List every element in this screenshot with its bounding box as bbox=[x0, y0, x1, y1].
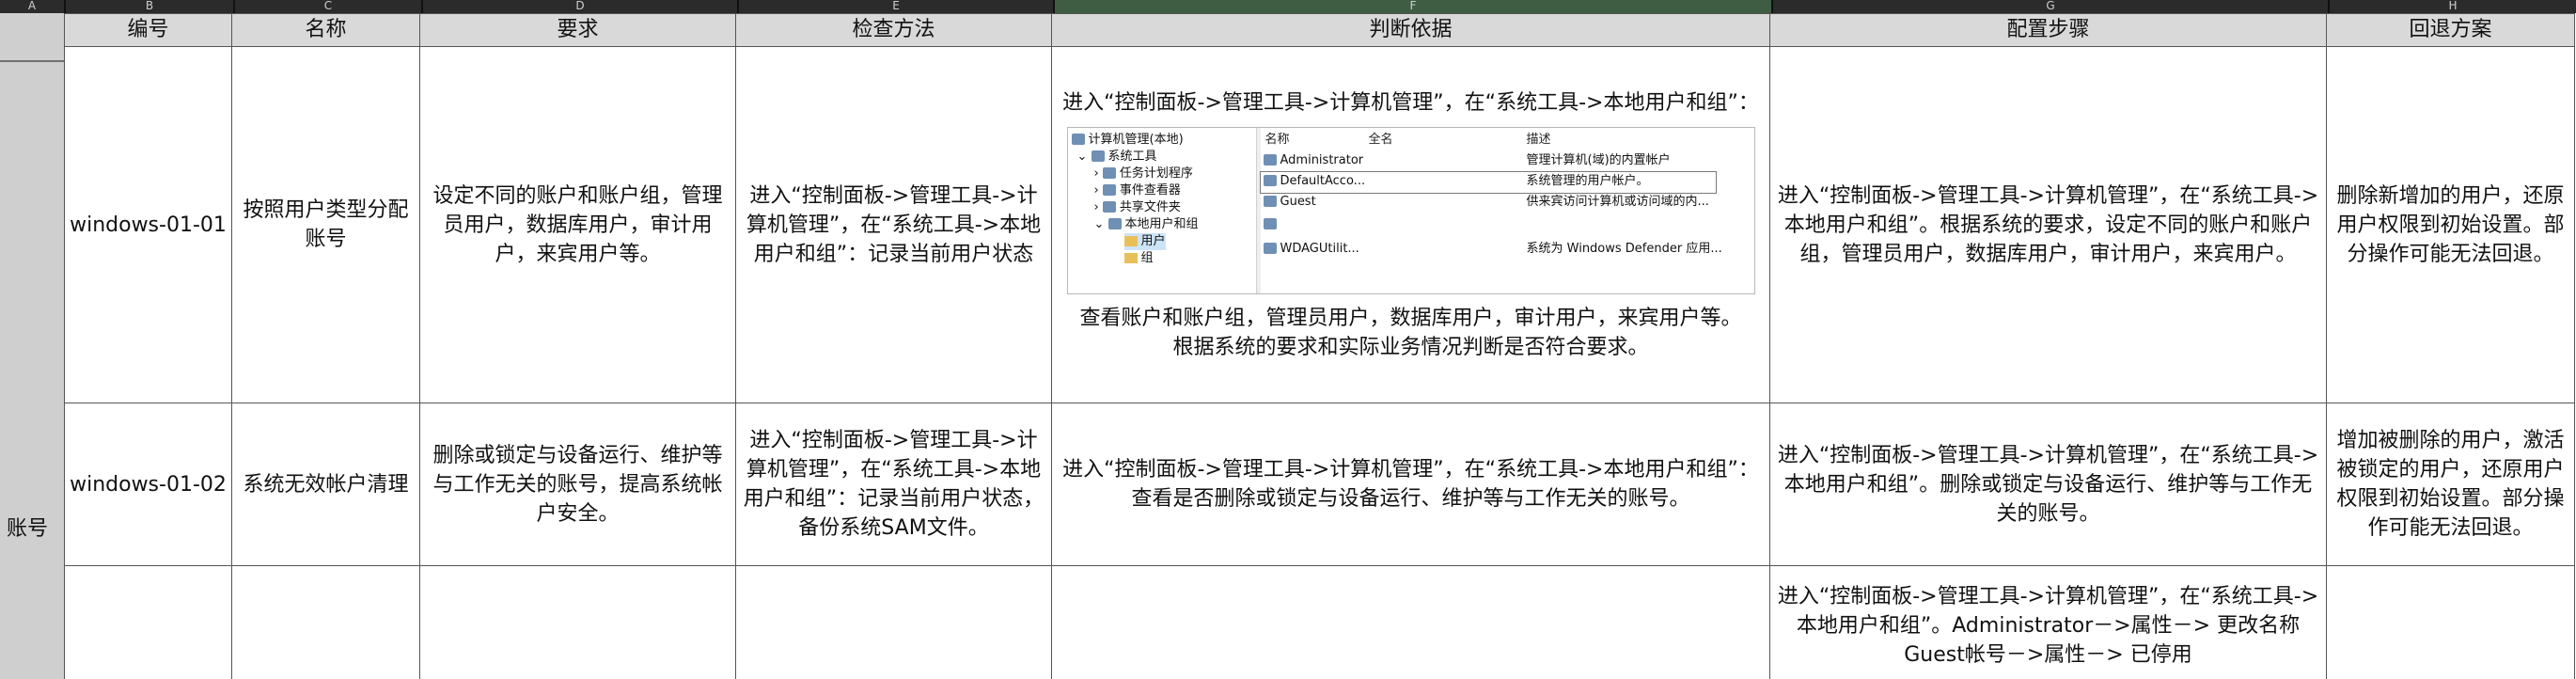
column-letter[interactable]: E bbox=[739, 0, 1053, 13]
folder-icon bbox=[1123, 235, 1138, 246]
judgement-check: 查看账户和账户组，管理员用户，数据库用户，审计用户，来宾用户等。 bbox=[1079, 306, 1742, 330]
judgement-rule: 根据系统的要求和实际业务情况判断是否符合要求。 bbox=[1172, 335, 1649, 359]
screenshot-user-name: Administrator bbox=[1280, 152, 1364, 167]
tree-node: 组 bbox=[1140, 250, 1154, 265]
cell-judgement[interactable]: 进入“控制面板->管理工具->计算机管理”，在“系统工具->本地用户和组”：查看… bbox=[1051, 403, 1770, 566]
cell-name[interactable]: 系统无效帐户清理 bbox=[231, 403, 420, 566]
cell-name[interactable] bbox=[231, 565, 420, 679]
cell-config-steps[interactable]: 进入“控制面板->管理工具->计算机管理”，在“系统工具->本地用户和组”。Ad… bbox=[1769, 565, 2327, 679]
header-cell-requirement[interactable]: 要求 bbox=[419, 13, 736, 47]
screenshot-user-desc: 供来宾访问计算机或访问域的内... bbox=[1526, 194, 1709, 209]
screenshot-tree: 计算机管理(本地) ⌄ 系统工具 › 任务计划程序 › 事件查看器 › 共享文件… bbox=[1068, 127, 1257, 293]
header-row: 编号 名称 要求 检查方法 判断依据 配置步骤 回退方案 bbox=[64, 13, 2575, 47]
cell-name[interactable]: 按照用户类型分配账号 bbox=[231, 46, 420, 403]
tree-node: 任务计划程序 bbox=[1119, 166, 1193, 181]
tree-node: 用户 bbox=[1140, 233, 1166, 248]
screenshot-user-name: Guest bbox=[1280, 194, 1316, 209]
column-letter-selected[interactable]: F bbox=[1055, 0, 1771, 13]
table-row: 进入“控制面板->管理工具->计算机管理”，在“系统工具->本地用户和组”。Ad… bbox=[64, 565, 2575, 679]
screenshot-user-name: WDAGUtilit... bbox=[1280, 241, 1359, 256]
cell-num[interactable]: windows-01-02 bbox=[64, 403, 232, 566]
screenshot-user-desc: 管理计算机(域)的内置帐户 bbox=[1526, 152, 1671, 167]
column-letter-bar: A B C D E F G H bbox=[0, 0, 2576, 13]
row-header-corner bbox=[0, 26, 64, 62]
tree-node: 事件查看器 bbox=[1119, 182, 1181, 197]
cell-check-method[interactable]: 进入“控制面板->管理工具->计算机管理”，在“系统工具->本地用户和组”：记录… bbox=[735, 403, 1052, 566]
cell-judgement[interactable]: 进入“控制面板->管理工具->计算机管理”，在“系统工具->本地用户和组”： 计… bbox=[1051, 46, 1770, 403]
user-icon bbox=[1263, 175, 1277, 186]
header-cell-judgement[interactable]: 判断依据 bbox=[1051, 13, 1770, 47]
cell-requirement[interactable]: 删除或锁定与设备运行、维护等与工作无关的账号，提高系统帐户安全。 bbox=[419, 403, 736, 566]
cell-config-steps[interactable]: 进入“控制面板->管理工具->计算机管理”，在“系统工具->本地用户和组”。根据… bbox=[1769, 46, 2327, 403]
cell-judgement[interactable] bbox=[1051, 565, 1770, 679]
cell-config-steps[interactable]: 进入“控制面板->管理工具->计算机管理”，在“系统工具->本地用户和组”。删除… bbox=[1769, 403, 2327, 566]
cell-rollback[interactable]: 删除新增加的用户，还原用户权限到初始设置。部分操作可能无法回退。 bbox=[2326, 46, 2575, 403]
tree-node: 计算机管理(本地) bbox=[1088, 132, 1184, 147]
table-row: windows-01-01 按照用户类型分配账号 设定不同的账户和账户组，管理员… bbox=[64, 46, 2575, 403]
cell-requirement[interactable]: 设定不同的账户和账户组，管理员用户，数据库用户，审计用户，来宾用户等。 bbox=[419, 46, 736, 403]
tools-icon bbox=[1091, 150, 1105, 162]
user-icon bbox=[1263, 243, 1277, 254]
tree-node: 共享文件夹 bbox=[1119, 199, 1181, 214]
cell-check-method[interactable] bbox=[735, 565, 1052, 679]
header-cell-name[interactable]: 名称 bbox=[231, 13, 420, 47]
tree-node: 本地用户和组 bbox=[1124, 216, 1199, 231]
column-letter[interactable]: A bbox=[0, 0, 64, 13]
share-icon bbox=[1102, 201, 1116, 213]
user-icon bbox=[1263, 154, 1277, 166]
screenshot-col-name: 名称 bbox=[1264, 132, 1290, 147]
header-cell-rollback[interactable]: 回退方案 bbox=[2326, 13, 2575, 47]
data-table: 编号 名称 要求 检查方法 判断依据 配置步骤 回退方案 windows-01-… bbox=[64, 13, 2575, 679]
header-cell-num[interactable]: 编号 bbox=[64, 13, 232, 47]
user-icon bbox=[1263, 196, 1277, 207]
folder-icon bbox=[1123, 252, 1138, 263]
column-letter[interactable]: C bbox=[235, 0, 421, 13]
cell-num[interactable]: windows-01-01 bbox=[64, 46, 232, 403]
computer-icon bbox=[1071, 134, 1085, 145]
column-letter[interactable]: G bbox=[1773, 0, 2328, 13]
tree-node: 系统工具 bbox=[1107, 149, 1157, 164]
judgement-intro: 进入“控制面板->管理工具->计算机管理”，在“系统工具->本地用户和组”： bbox=[1062, 90, 1759, 115]
screenshot-col-desc: 描述 bbox=[1526, 132, 1551, 147]
screenshot-user-desc: 系统管理的用户帐户。 bbox=[1526, 173, 1649, 188]
group-label: 账号 bbox=[6, 517, 48, 541]
cell-rollback[interactable] bbox=[2326, 565, 2575, 679]
header-cell-check-method[interactable]: 检查方法 bbox=[735, 13, 1052, 47]
user-icon bbox=[1263, 218, 1277, 229]
screenshot-user-name: DefaultAcco... bbox=[1280, 173, 1366, 188]
users-icon bbox=[1107, 218, 1122, 229]
screenshot-col-fullname: 全名 bbox=[1368, 132, 1393, 147]
cell-check-method[interactable]: 进入“控制面板->管理工具->计算机管理”，在“系统工具->本地用户和组”：记录… bbox=[735, 46, 1052, 403]
cell-num[interactable] bbox=[64, 565, 232, 679]
event-icon bbox=[1102, 184, 1116, 196]
clock-icon bbox=[1102, 167, 1116, 179]
row-header-gutter: 账号 bbox=[0, 13, 65, 679]
header-cell-config-steps[interactable]: 配置步骤 bbox=[1769, 13, 2327, 47]
spreadsheet: A B C D E F G H 账号 编号 名称 要求 检查方法 判断依据 配置… bbox=[0, 0, 2576, 679]
column-letter[interactable]: D bbox=[423, 0, 737, 13]
cell-rollback[interactable]: 增加被删除的用户，激活被锁定的用户，还原用户权限到初始设置。部分操作可能无法回退… bbox=[2326, 403, 2575, 566]
column-letter[interactable]: B bbox=[66, 0, 233, 13]
column-letter[interactable]: H bbox=[2330, 0, 2576, 13]
screenshot-divider bbox=[1256, 127, 1261, 293]
cell-requirement[interactable] bbox=[419, 565, 736, 679]
table-row: windows-01-02 系统无效帐户清理 删除或锁定与设备运行、维护等与工作… bbox=[64, 403, 2575, 566]
embedded-screenshot: 计算机管理(本地) ⌄ 系统工具 › 任务计划程序 › 事件查看器 › 共享文件… bbox=[1066, 126, 1755, 294]
screenshot-user-desc: 系统为 Windows Defender 应用... bbox=[1526, 241, 1722, 256]
